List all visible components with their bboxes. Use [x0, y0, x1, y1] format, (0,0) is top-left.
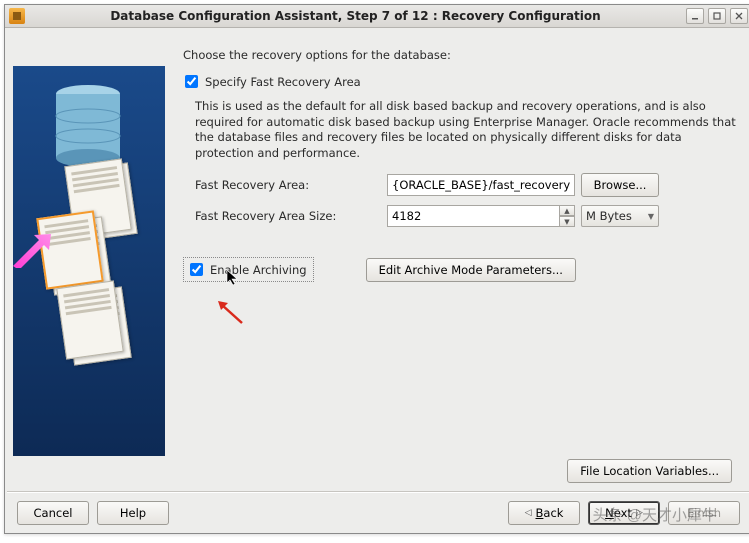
fra-description: This is used as the default for all disk… [195, 99, 736, 161]
file-location-variables-button[interactable]: File Location Variables... [567, 459, 732, 483]
fra-path-row: Fast Recovery Area: Browse... [195, 173, 736, 197]
chevron-down-icon: ▼ [648, 212, 654, 221]
main-panel: Choose the recovery options for the data… [183, 34, 744, 491]
titlebar: Database Configuration Assistant, Step 7… [5, 5, 749, 28]
maximize-button[interactable] [708, 8, 726, 24]
back-button[interactable]: ◁ BBackack [508, 501, 580, 525]
fra-size-row: Fast Recovery Area Size: ▲ ▼ M Bytes ▼ [195, 205, 736, 227]
size-unit-label: M Bytes [586, 209, 632, 223]
browse-button[interactable]: Browse... [581, 173, 659, 197]
fra-path-input[interactable] [387, 174, 575, 196]
intro-text: Choose the recovery options for the data… [183, 48, 736, 62]
window-title: Database Configuration Assistant, Step 7… [29, 9, 682, 23]
dialog-window: Database Configuration Assistant, Step 7… [4, 4, 749, 534]
minimize-button[interactable] [686, 8, 704, 24]
edit-archive-params-button[interactable]: Edit Archive Mode Parameters... [366, 258, 576, 282]
fra-size-spinner[interactable]: ▲ ▼ [387, 205, 575, 227]
spinner-up-icon[interactable]: ▲ [559, 205, 575, 216]
cancel-button[interactable]: Cancel [17, 501, 89, 525]
specify-fra-checkbox[interactable] [185, 75, 198, 88]
pink-arrow-icon [11, 228, 51, 268]
wizard-sidebar-illustration [13, 66, 165, 456]
archiving-row: Enable Archiving Edit Archive Mode Param… [183, 257, 736, 282]
chevron-left-icon: ◁ [525, 508, 532, 518]
finish-button: Einish [668, 501, 740, 525]
app-icon [9, 8, 25, 24]
size-unit-combo[interactable]: M Bytes ▼ [581, 205, 659, 227]
fra-path-label: Fast Recovery Area: [195, 178, 381, 192]
specify-fra-checkbox-row[interactable]: Specify Fast Recovery Area [181, 72, 736, 91]
content-area: Choose the recovery options for the data… [5, 28, 749, 491]
spinner-down-icon[interactable]: ▼ [559, 216, 575, 227]
chevron-right-icon: ▷ [636, 508, 643, 518]
help-button[interactable]: Help [97, 501, 169, 525]
next-button[interactable]: NextNext ▷ [588, 501, 660, 525]
close-button[interactable] [730, 8, 748, 24]
wizard-footer: Cancel Help ◁ BBackack NextNext ▷ Einish [5, 493, 749, 533]
fra-size-label: Fast Recovery Area Size: [195, 209, 381, 223]
specify-fra-label: Specify Fast Recovery Area [205, 75, 361, 89]
enable-archiving-checkbox[interactable] [190, 263, 203, 276]
enable-archiving-label: Enable Archiving [210, 263, 307, 277]
fra-size-input[interactable] [387, 205, 559, 227]
enable-archiving-focus-box[interactable]: Enable Archiving [183, 257, 314, 282]
